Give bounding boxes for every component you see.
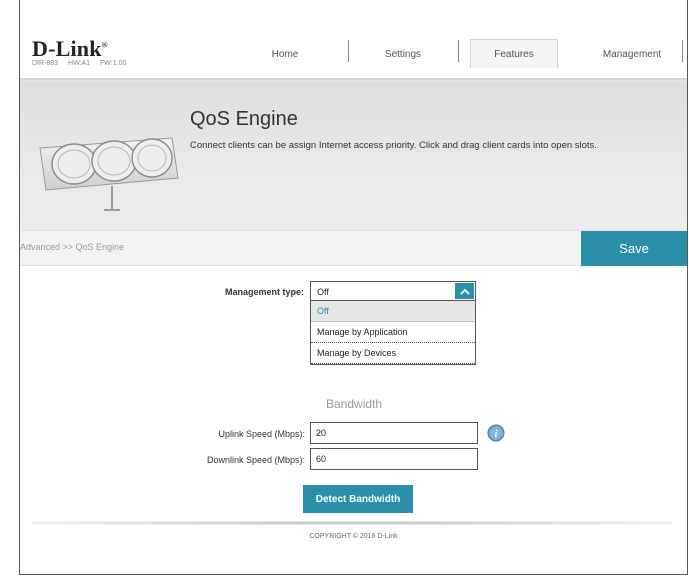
dlink-logo: D-Link® <box>32 36 108 61</box>
page-description: Connect clients can be assign Internet a… <box>190 140 597 151</box>
nav-features[interactable]: Features <box>470 39 558 68</box>
management-type-select[interactable]: Off <box>310 281 476 301</box>
device-info: DIR-883 HW:A1 FW:1.00 <box>32 60 134 67</box>
option-manage-by-application[interactable]: Manage by Application <box>311 322 475 343</box>
page-banner: QoS Engine Connect clients can be assign… <box>20 82 687 230</box>
detect-bandwidth-button[interactable]: Detect Bandwidth <box>303 485 413 513</box>
fw-version: FW:1.00 <box>100 60 127 67</box>
footer-divider <box>32 521 672 525</box>
save-button[interactable]: Save <box>581 231 687 266</box>
uplink-speed-input[interactable] <box>310 422 478 444</box>
hw-version: HW:A1 <box>68 60 91 67</box>
management-type-options: Off Manage by Application Manage by Devi… <box>310 301 476 365</box>
nav-divider <box>458 40 459 62</box>
downlink-speed-input[interactable] <box>310 448 478 470</box>
page-title: QoS Engine <box>190 108 298 130</box>
info-icon[interactable]: i <box>487 424 505 442</box>
bandwidth-section-title: Bandwidth <box>326 397 383 411</box>
option-manage-by-devices[interactable]: Manage by Devices <box>311 343 475 364</box>
nav-home[interactable]: Home <box>225 40 345 68</box>
copyright: COPYRIGHT © 2016 D-Link <box>309 533 398 540</box>
management-type-value: Off <box>317 287 329 297</box>
breadcrumb-bar: Advanced >> QoS Engine Save <box>20 230 687 266</box>
qos-engine-graphic <box>39 137 179 211</box>
downlink-label: Downlink Speed (Mbps): <box>206 455 305 465</box>
header: D-Link® DIR-883 HW:A1 FW:1.00 Home Setti… <box>20 0 687 78</box>
option-off[interactable]: Off <box>311 301 475 322</box>
breadcrumb[interactable]: Advanced >> QoS Engine <box>20 242 124 252</box>
router-admin-frame: D-Link® DIR-883 HW:A1 FW:1.00 Home Setti… <box>19 0 688 575</box>
model-name: DIR-883 <box>32 60 59 67</box>
management-type-label: Management type: <box>224 287 304 297</box>
uplink-label: Uplink Speed (Mbps): <box>218 429 305 439</box>
nav-management[interactable]: Management <box>580 40 684 68</box>
chevron-up-icon[interactable] <box>455 283 474 299</box>
nav-settings[interactable]: Settings <box>348 40 458 68</box>
